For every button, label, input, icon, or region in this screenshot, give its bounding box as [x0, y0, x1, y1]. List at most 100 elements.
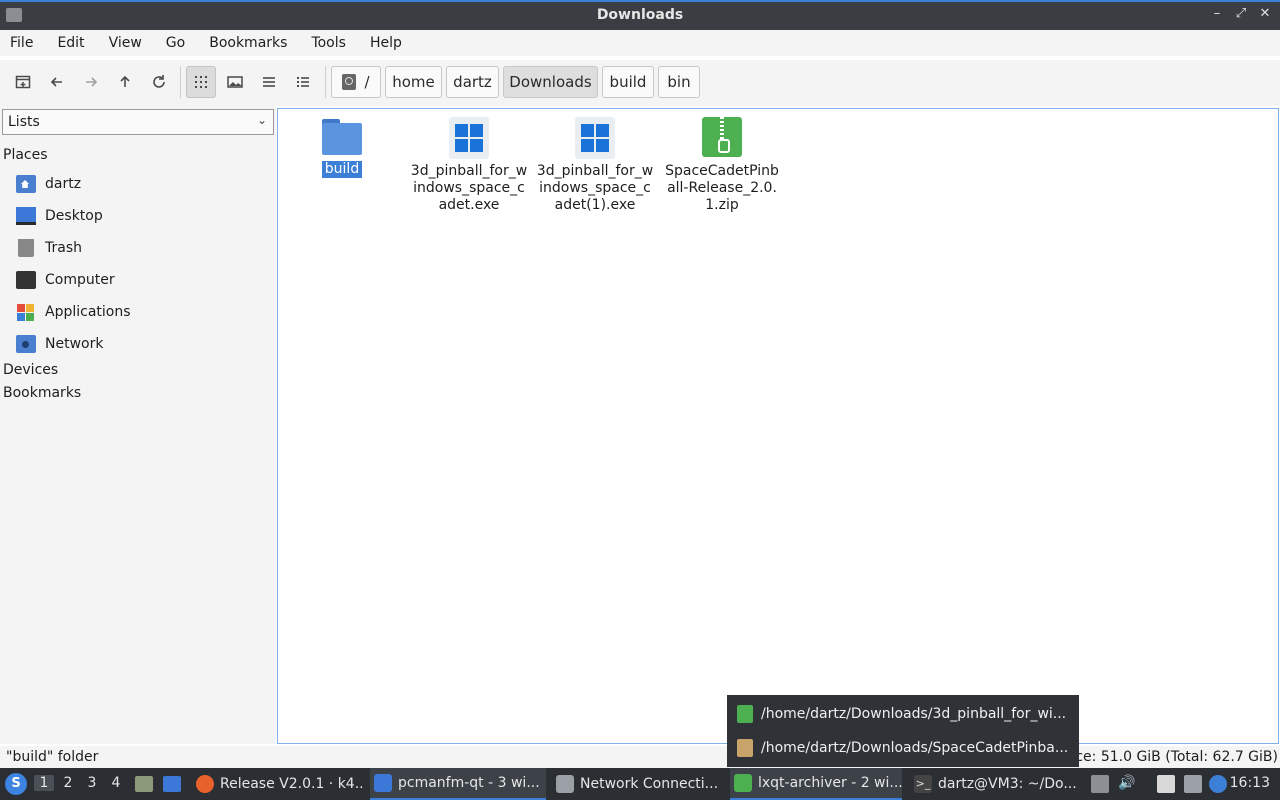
window-list-popup: /home/dartz/Downloads/3d_pinball_for_wi.… — [727, 695, 1079, 767]
sidebar-item-applications[interactable]: Applications — [16, 300, 131, 324]
sidebar-item-label: Applications — [45, 304, 131, 320]
volume-icon[interactable]: 🔊 — [1118, 775, 1136, 793]
menu-help[interactable]: Help — [370, 35, 402, 51]
sidebar-mode-select[interactable]: Lists ⌄ — [2, 109, 274, 135]
network-icon — [556, 775, 574, 793]
task-lxqt-archiver[interactable]: lxqt-archiver - 2 wi... — [730, 768, 902, 800]
menu-bookmarks[interactable]: Bookmarks — [209, 35, 287, 51]
notification-icon[interactable] — [1209, 775, 1227, 793]
network-folder-icon — [16, 335, 36, 353]
popup-window-label: /home/dartz/Downloads/SpaceCadetPinba... — [761, 740, 1069, 756]
file-name: 3d_pinball_for_windows_space_cadet(1).ex… — [536, 163, 654, 213]
window-titlebar: Downloads – ⤢ ✕ — [0, 0, 1280, 30]
close-button[interactable]: ✕ — [1258, 6, 1272, 21]
popup-window-item[interactable]: /home/dartz/Downloads/SpaceCadetPinba... — [737, 736, 1068, 760]
desktop-switch-4[interactable]: 4 — [106, 775, 126, 791]
sidebar-item-network[interactable]: Network — [16, 332, 103, 356]
chevron-down-icon: ⌄ — [256, 113, 267, 127]
task-terminal[interactable]: >_ dartz@VM3: ~/Do... — [910, 768, 1082, 800]
task-label: lxqt-archiver - 2 wi... — [758, 775, 902, 791]
breadcrumb-build[interactable]: build — [602, 66, 654, 98]
windows-exe-icon — [575, 117, 615, 159]
minimize-button[interactable]: – — [1210, 6, 1224, 21]
menu-edit[interactable]: Edit — [57, 35, 84, 51]
new-tab-icon[interactable] — [8, 66, 38, 98]
file-item-exe[interactable]: 3d_pinball_for_windows_space_cadet.exe — [410, 109, 528, 214]
show-desktop-icon[interactable] — [163, 776, 181, 792]
task-pcmanfm[interactable]: pcmanfm-qt - 3 wi... — [370, 768, 546, 800]
task-label: dartz@VM3: ~/Do... — [938, 776, 1077, 792]
menu-view[interactable]: View — [109, 35, 142, 51]
home-folder-icon — [16, 175, 36, 193]
menu-go[interactable]: Go — [166, 35, 185, 51]
status-bar: "build" folder Free space: 51.0 GiB (Tot… — [0, 746, 1280, 768]
breadcrumb-home[interactable]: home — [385, 66, 442, 98]
task-label: pcmanfm-qt - 3 wi... — [398, 775, 540, 791]
places-header[interactable]: Places — [3, 147, 48, 163]
taskbar-clock[interactable]: 16:13 — [1230, 775, 1270, 791]
file-manager-launcher-icon[interactable] — [135, 776, 153, 792]
sidebar-item-computer[interactable]: Computer — [16, 268, 115, 292]
breadcrumb-root[interactable]: / — [331, 66, 381, 98]
window-controls: – ⤢ ✕ — [1210, 6, 1272, 21]
menu-file[interactable]: File — [10, 35, 33, 51]
breadcrumb-downloads[interactable]: Downloads — [503, 66, 598, 98]
back-arrow-icon[interactable] — [42, 66, 72, 98]
sidebar-item-dartz[interactable]: dartz — [16, 172, 81, 196]
drive-icon — [342, 74, 357, 90]
detailed-list-icon[interactable] — [288, 66, 318, 98]
task-firefox[interactable]: Release V2.0.1 · k4... — [192, 768, 364, 800]
sidebar-item-label: Network — [45, 336, 104, 352]
menu-tools[interactable]: Tools — [311, 35, 346, 51]
sidebar-item-label: Computer — [45, 272, 115, 288]
task-network-connections[interactable]: Network Connecti... — [552, 768, 724, 800]
desktop-switch-2[interactable]: 2 — [58, 775, 78, 791]
compact-view-icon[interactable] — [254, 66, 284, 98]
file-view[interactable]: build 3d_pinball_for_windows_space_cadet… — [277, 108, 1279, 744]
sidebar: Lists ⌄ Places dartz Desktop Trash Compu… — [0, 106, 276, 744]
desktop-icon — [16, 207, 36, 225]
sidebar-item-label: dartz — [45, 176, 82, 192]
task-label: Release V2.0.1 · k4... — [220, 776, 364, 792]
sidebar-item-label: Desktop — [45, 208, 103, 224]
sidebar-item-label: Trash — [45, 240, 82, 256]
breadcrumb-dartz[interactable]: dartz — [446, 66, 499, 98]
file-item-build[interactable]: build — [283, 109, 401, 178]
windows-exe-icon — [449, 117, 489, 159]
file-item-zip[interactable]: SpaceCadetPinball-Release_2.0.1.zip — [663, 109, 781, 214]
computer-icon — [16, 271, 36, 289]
popup-window-item[interactable]: /home/dartz/Downloads/3d_pinball_for_wi.… — [737, 702, 1066, 726]
window-title: Downloads — [596, 7, 684, 23]
file-name: build — [321, 161, 363, 178]
forward-arrow-icon[interactable] — [76, 66, 106, 98]
up-arrow-icon[interactable] — [110, 66, 140, 98]
toolbar-separator — [180, 66, 181, 98]
network-tray-icon[interactable] — [1184, 775, 1202, 793]
icon-view-icon[interactable] — [186, 66, 216, 98]
start-menu-icon[interactable]: S — [5, 773, 27, 795]
maximize-button[interactable]: ⤢ — [1234, 6, 1248, 21]
breadcrumb-root-label: / — [364, 73, 370, 91]
file-item-exe[interactable]: 3d_pinball_for_windows_space_cadet(1).ex… — [536, 109, 654, 214]
breadcrumb-bin[interactable]: bin — [658, 66, 700, 98]
tray-upload-icon[interactable] — [1091, 775, 1109, 793]
applications-icon — [16, 303, 36, 321]
zip-archive-icon — [702, 117, 742, 157]
sidebar-item-trash[interactable]: Trash — [16, 236, 82, 260]
file-name: SpaceCadetPinball-Release_2.0.1.zip — [665, 163, 779, 213]
archive-icon — [734, 774, 752, 792]
package-icon — [737, 739, 753, 757]
desktop-switch-1[interactable]: 1 — [34, 775, 54, 791]
file-name: 3d_pinball_for_windows_space_cadet.exe — [410, 163, 528, 213]
thumbnail-view-icon[interactable] — [220, 66, 250, 98]
task-label: Network Connecti... — [580, 776, 719, 792]
toolbar-separator — [325, 66, 326, 98]
clipboard-icon[interactable] — [1157, 775, 1175, 793]
bookmarks-header[interactable]: Bookmarks — [3, 385, 81, 401]
taskbar: S 1 2 3 4 Release V2.0.1 · k4... pcmanfm… — [0, 768, 1280, 800]
desktop-switch-3[interactable]: 3 — [82, 775, 102, 791]
devices-header[interactable]: Devices — [3, 362, 58, 378]
terminal-icon: >_ — [914, 775, 932, 793]
reload-icon[interactable] — [144, 66, 174, 98]
sidebar-item-desktop[interactable]: Desktop — [16, 204, 103, 228]
